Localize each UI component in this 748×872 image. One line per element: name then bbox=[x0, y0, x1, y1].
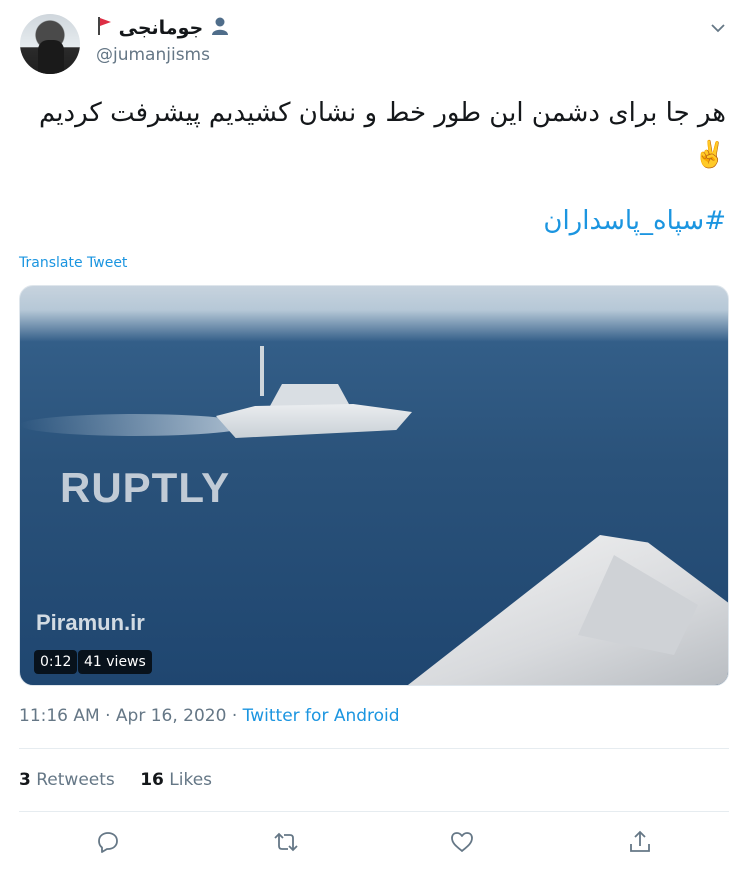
share-icon[interactable] bbox=[626, 828, 654, 856]
chevron-down-icon[interactable] bbox=[710, 20, 726, 36]
retweets-count: 3 bbox=[19, 770, 31, 790]
avatar-figure bbox=[38, 40, 64, 74]
hashtag-link[interactable]: #سپاه_پاسداران bbox=[543, 206, 726, 236]
display-name[interactable]: جومانجی bbox=[96, 16, 230, 41]
divider bbox=[19, 748, 729, 749]
red-flag-icon bbox=[96, 16, 112, 41]
likes-label: Likes bbox=[169, 770, 213, 790]
video-views-badge: 41 views bbox=[78, 650, 152, 674]
user-emoji-icon bbox=[210, 16, 230, 41]
retweets-label: Retweets bbox=[36, 770, 115, 790]
source-app-link[interactable]: Twitter for Android bbox=[243, 706, 400, 726]
video-site-label: Piramun.ir bbox=[36, 610, 145, 635]
heart-icon[interactable] bbox=[448, 828, 476, 856]
display-name-text: جومانجی bbox=[118, 17, 204, 39]
tweet-meta: 11:16 AM · Apr 16, 2020 · Twitter for An… bbox=[19, 706, 400, 726]
divider bbox=[19, 811, 729, 812]
retweet-icon[interactable] bbox=[272, 828, 300, 856]
meta-separator: · bbox=[99, 706, 116, 726]
video-duration-badge: 0:12 bbox=[34, 650, 78, 674]
tweet-stats: 3 Retweets 16 Likes bbox=[19, 770, 232, 790]
boat-mast bbox=[260, 346, 264, 396]
reply-icon[interactable] bbox=[94, 828, 122, 856]
avatar[interactable] bbox=[20, 14, 80, 74]
video-watermark: RUPTLY bbox=[60, 464, 231, 511]
meta-separator: · bbox=[226, 706, 243, 726]
user-handle[interactable]: @jumanjisms bbox=[96, 45, 210, 65]
retweets-stat[interactable]: 3 Retweets bbox=[19, 770, 115, 790]
boat-cabin bbox=[270, 384, 350, 406]
video-player[interactable]: RUPTLY Piramun.ir 0:12 41 views bbox=[19, 285, 729, 686]
tweet-text: هر جا برای دشمن این طور خط و نشان کشیدیم… bbox=[38, 98, 726, 170]
tweet-date[interactable]: Apr 16, 2020 bbox=[116, 706, 227, 726]
boat-wake bbox=[20, 414, 250, 436]
translate-tweet-link[interactable]: Translate Tweet bbox=[19, 255, 127, 271]
tweet-time[interactable]: 11:16 AM bbox=[19, 706, 100, 726]
likes-count: 16 bbox=[140, 770, 164, 790]
likes-stat[interactable]: 16 Likes bbox=[140, 770, 212, 790]
